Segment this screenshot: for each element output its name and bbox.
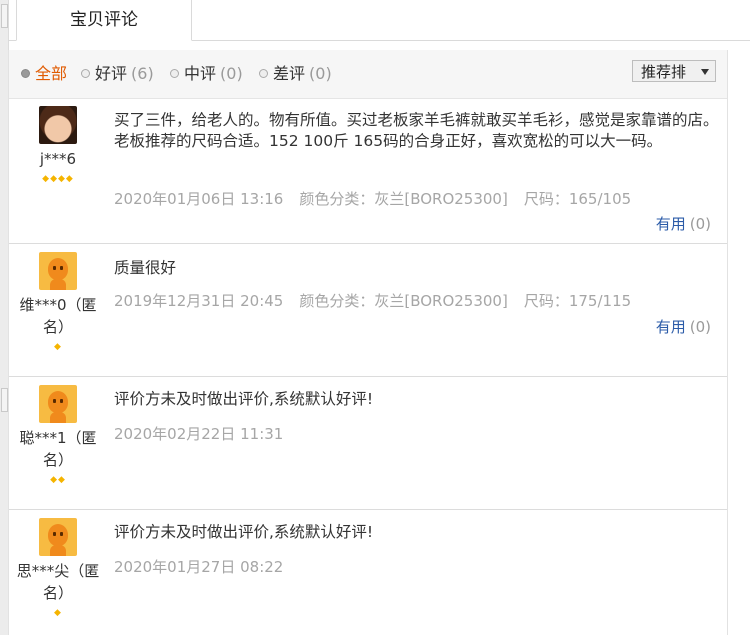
buyer-level-icon: ◆ xyxy=(54,342,62,352)
review-page: 宝贝评论 全部 好评 (6) 中评 (0) 差评 (0) 推荐排 j***6 ◆… xyxy=(0,0,750,635)
review-size: 尺码：175/115 xyxy=(523,292,632,310)
user-name: 思***尖（匿名） xyxy=(16,562,100,602)
avatar[interactable] xyxy=(39,518,77,556)
review-meta: 2020年02月22日 11:31 xyxy=(114,423,299,444)
review-text: 评价方未及时做出评价,系统默认好评! xyxy=(114,390,374,408)
review-color: 颜色分类：灰兰[BORO25300] xyxy=(299,190,508,208)
user-name: 维***0（匿名） xyxy=(19,296,97,336)
radio-icon[interactable] xyxy=(81,69,90,78)
avatar[interactable] xyxy=(39,385,77,423)
radio-icon[interactable] xyxy=(259,69,268,78)
review-meta: 2019年12月31日 20:45 颜色分类：灰兰[BORO25300] 尺码：17… xyxy=(114,290,647,311)
review-date: 2020年01月27日 08:22 xyxy=(114,558,284,576)
radio-icon[interactable] xyxy=(21,69,30,78)
user-name: j***6 xyxy=(39,150,77,168)
sort-dropdown[interactable]: 推荐排 xyxy=(632,60,716,82)
user-name: 聪***1（匿名） xyxy=(19,429,97,469)
review-meta: 2020年01月06日 13:16 颜色分类：灰兰[BORO25300] 尺码：16… xyxy=(114,188,647,209)
avatar[interactable] xyxy=(39,252,77,290)
review-text: 质量很好 xyxy=(114,259,177,277)
edge-marker xyxy=(1,4,8,28)
edge-marker xyxy=(1,388,8,412)
useful-button[interactable]: 有用 (0) xyxy=(656,213,711,234)
review-item: 聪***1（匿名） ◆◆ 评价方未及时做出评价,系统默认好评! 2020年02月… xyxy=(9,377,727,510)
buyer-level-icon: ◆ xyxy=(54,608,62,618)
avatar[interactable] xyxy=(39,106,77,144)
review-date: 2019年12月31日 20:45 xyxy=(114,292,284,310)
buyer-level-icon: ◆◆ xyxy=(50,475,66,485)
review-text: 评价方未及时做出评价,系统默认好评! xyxy=(114,523,374,541)
review-user: 维***0（匿名） ◆ xyxy=(9,252,107,352)
review-size: 尺码：165/105 xyxy=(523,190,632,208)
review-meta: 2020年01月27日 08:22 xyxy=(114,556,299,577)
review-user: 聪***1（匿名） ◆◆ xyxy=(9,385,107,485)
tab-reviews[interactable]: 宝贝评论 xyxy=(16,0,192,41)
reviews-panel: 全部 好评 (6) 中评 (0) 差评 (0) 推荐排 j***6 ◆◆◆◆ 买… xyxy=(8,50,728,635)
filter-neutral[interactable]: 中评 (0) xyxy=(170,50,243,98)
filter-negative[interactable]: 差评 (0) xyxy=(259,50,332,98)
buyer-level-icon: ◆◆◆◆ xyxy=(42,174,74,184)
filter-positive[interactable]: 好评 (6) xyxy=(81,50,154,98)
useful-button[interactable]: 有用 (0) xyxy=(656,316,711,337)
tab-bar: 宝贝评论 xyxy=(8,0,750,41)
sort-label: 推荐排 xyxy=(641,63,687,81)
review-user: 思***尖（匿名） ◆ xyxy=(9,518,107,618)
filter-bar: 全部 好评 (6) 中评 (0) 差评 (0) 推荐排 xyxy=(9,50,727,99)
review-item: 思***尖（匿名） ◆ 评价方未及时做出评价,系统默认好评! 2020年01月2… xyxy=(9,510,727,635)
review-item: 维***0（匿名） ◆ 质量很好 2019年12月31日 20:45 颜色分类：灰… xyxy=(9,244,727,377)
review-text: 买了三件，给老人的。物有所值。买过老板家羊毛裤就敢买羊毛衫，感觉是家靠谱的店。老… xyxy=(114,111,719,150)
review-user: j***6 ◆◆◆◆ xyxy=(9,106,107,184)
review-item: j***6 ◆◆◆◆ 买了三件，给老人的。物有所值。买过老板家羊毛裤就敢买羊毛衫… xyxy=(9,98,727,244)
radio-icon[interactable] xyxy=(170,69,179,78)
review-color: 颜色分类：灰兰[BORO25300] xyxy=(299,292,508,310)
chevron-down-icon xyxy=(701,69,709,75)
filter-all[interactable]: 全部 xyxy=(21,50,67,98)
review-date: 2020年02月22日 11:31 xyxy=(114,425,284,443)
review-date: 2020年01月06日 13:16 xyxy=(114,190,284,208)
